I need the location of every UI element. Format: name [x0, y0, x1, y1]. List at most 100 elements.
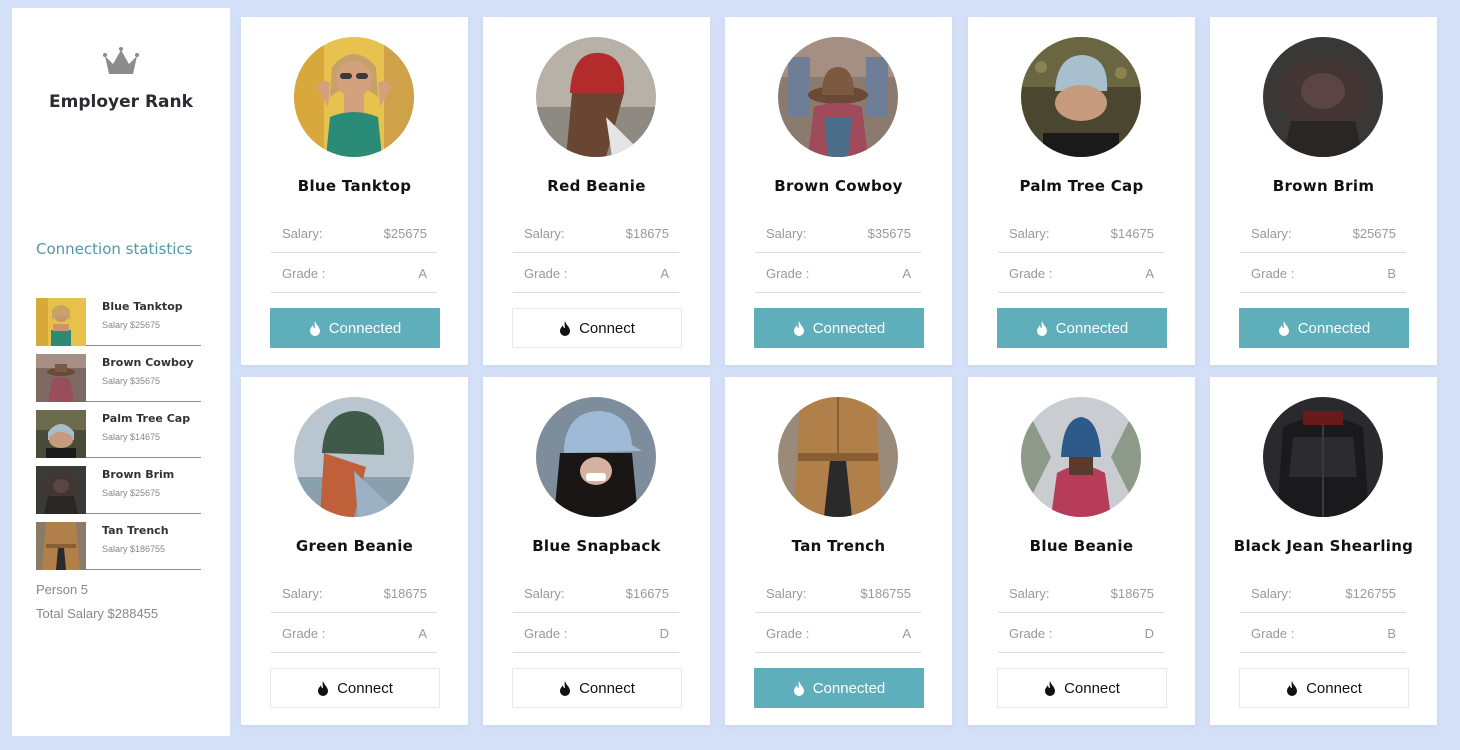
- flame-icon: [1278, 320, 1289, 336]
- grade-row: Grade : A: [513, 253, 679, 293]
- salary-row: Salary: $35675: [755, 213, 921, 253]
- avatar: [778, 397, 898, 517]
- person-count: Person 5: [36, 582, 89, 597]
- flame-icon: [793, 320, 804, 336]
- stat-salary: Salary $25675: [102, 320, 161, 330]
- grade-row: Grade : A: [998, 253, 1164, 293]
- employee-card: Tan Trench Salary: $186755 Grade : A Conne…: [725, 377, 952, 725]
- avatar: [294, 37, 414, 157]
- employee-card: Brown Brim Salary: $25675 Grade : B Connec…: [1210, 17, 1437, 365]
- flame-icon: [793, 680, 804, 696]
- grade-label: Grade :: [1251, 626, 1295, 641]
- stats-list: Blue Tanktop Salary $25675 Brown Cowboy …: [36, 290, 201, 570]
- salary-row: Salary: $18675: [513, 213, 679, 253]
- stats-title: Connection statistics: [36, 240, 193, 258]
- connect-button[interactable]: Connect: [997, 668, 1167, 708]
- sidebar: Employer Rank Connection statistics Blue…: [12, 8, 230, 736]
- employee-card: Brown Cowboy Salary: $35675 Grade : A Conn…: [725, 17, 952, 365]
- salary-value: $126755: [1345, 586, 1396, 601]
- salary-label: Salary:: [524, 226, 565, 241]
- connect-button-label: Connected: [328, 319, 402, 337]
- grade-row: Grade : A: [755, 613, 921, 653]
- connect-button[interactable]: Connected: [1239, 308, 1409, 348]
- grade-row: Grade : D: [998, 613, 1164, 653]
- grade-row: Grade : A: [271, 253, 437, 293]
- grade-row: Grade : B: [1240, 613, 1406, 653]
- salary-label: Salary:: [282, 226, 323, 241]
- employee-name: Tan Trench: [791, 537, 886, 555]
- flame-icon: [318, 680, 329, 696]
- connect-button-label: Connect: [579, 679, 635, 697]
- salary-value: $186755: [860, 586, 911, 601]
- connect-button-label: Connected: [1297, 319, 1371, 337]
- grade-row: Grade : A: [755, 253, 921, 293]
- salary-row: Salary: $25675: [271, 213, 437, 253]
- stat-item[interactable]: Brown Cowboy Salary $35675: [36, 346, 201, 402]
- connect-button[interactable]: Connect: [512, 668, 682, 708]
- connect-button-label: Connect: [337, 679, 393, 697]
- employee-name: Blue Beanie: [1029, 537, 1134, 555]
- flame-icon: [560, 680, 571, 696]
- grade-row: Grade : B: [1240, 253, 1406, 293]
- salary-value: $14675: [1110, 226, 1154, 241]
- grade-value: B: [1387, 266, 1396, 281]
- employee-name: Brown Cowboy: [774, 177, 903, 195]
- stat-salary: Salary $25675: [102, 488, 161, 498]
- stat-item[interactable]: Tan Trench Salary $186755: [36, 514, 201, 570]
- grade-value: D: [1144, 626, 1154, 641]
- employee-card: Blue Beanie Salary: $18675 Grade : D Conne…: [968, 377, 1195, 725]
- avatar: [1263, 37, 1383, 157]
- connect-button[interactable]: Connect: [1239, 668, 1409, 708]
- salary-label: Salary:: [1251, 226, 1292, 241]
- employee-name: Blue Snapback: [532, 537, 661, 555]
- salary-value: $18675: [383, 586, 427, 601]
- avatar: [1021, 397, 1141, 517]
- flame-icon: [560, 320, 571, 336]
- stat-item[interactable]: Brown Brim Salary $25675: [36, 458, 201, 514]
- flame-icon: [309, 320, 320, 336]
- connect-button-label: Connected: [1055, 319, 1129, 337]
- connect-button[interactable]: Connect: [270, 668, 440, 708]
- employee-name: Black Jean Shearling: [1233, 537, 1414, 555]
- avatar: [778, 37, 898, 157]
- salary-value: $25675: [383, 226, 427, 241]
- connect-button-label: Connect: [579, 319, 635, 337]
- stat-name: Brown Cowboy: [102, 356, 194, 369]
- connect-button[interactable]: Connected: [754, 668, 924, 708]
- employee-card: Black Jean Shearling Salary: $126755 Grad…: [1210, 377, 1437, 725]
- grade-row: Grade : A: [271, 613, 437, 653]
- stat-item[interactable]: Blue Tanktop Salary $25675: [36, 290, 201, 346]
- employee-name: Red Beanie: [547, 177, 646, 195]
- stat-name: Tan Trench: [102, 524, 169, 537]
- avatar: [294, 397, 414, 517]
- grade-label: Grade :: [1251, 266, 1295, 281]
- stat-name: Blue Tanktop: [102, 300, 183, 313]
- salary-label: Salary:: [766, 226, 807, 241]
- employee-name: Blue Tanktop: [297, 177, 412, 195]
- stat-thumbnail: [36, 298, 86, 346]
- connect-button[interactable]: Connect: [512, 308, 682, 348]
- grade-value: B: [1387, 626, 1396, 641]
- grade-label: Grade :: [524, 266, 568, 281]
- salary-value: $18675: [625, 226, 669, 241]
- stat-thumbnail: [36, 354, 86, 402]
- stat-name: Brown Brim: [102, 468, 175, 481]
- stat-item[interactable]: Palm Tree Cap Salary $14675: [36, 402, 201, 458]
- connect-button-label: Connected: [812, 319, 886, 337]
- salary-row: Salary: $16675: [513, 573, 679, 613]
- employee-card: Green Beanie Salary: $18675 Grade : A Conn…: [241, 377, 468, 725]
- total-salary: Total Salary $288455: [36, 606, 159, 621]
- grade-value: A: [1145, 266, 1154, 281]
- salary-row: Salary: $18675: [271, 573, 437, 613]
- salary-value: $25675: [1352, 226, 1396, 241]
- connect-button[interactable]: Connected: [754, 308, 924, 348]
- avatar: [536, 37, 656, 157]
- grade-value: D: [659, 626, 669, 641]
- grade-label: Grade :: [524, 626, 568, 641]
- connect-button[interactable]: Connected: [270, 308, 440, 348]
- stat-thumbnail: [36, 410, 86, 458]
- flame-icon: [1045, 680, 1056, 696]
- employee-name: Palm Tree Cap: [1019, 177, 1144, 195]
- employee-card: Blue Snapback Salary: $16675 Grade : D Con…: [483, 377, 710, 725]
- connect-button[interactable]: Connected: [997, 308, 1167, 348]
